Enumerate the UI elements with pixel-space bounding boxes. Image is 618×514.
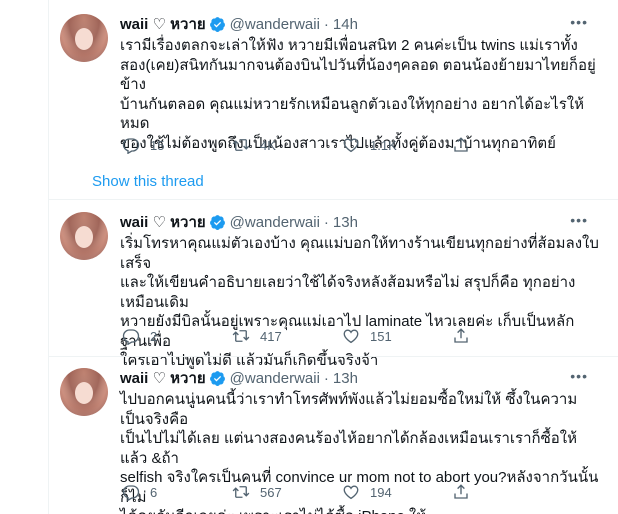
display-name[interactable]: waii ♡ หวาย xyxy=(120,210,206,234)
heart-icon xyxy=(343,485,359,500)
retweet-count: 567 xyxy=(260,484,282,500)
retweet-button[interactable]: 417 xyxy=(224,327,334,345)
retweet-button[interactable]: 567 xyxy=(224,483,334,501)
like-button[interactable]: 194 xyxy=(334,483,444,501)
retweet-icon xyxy=(232,486,250,498)
more-options-icon[interactable]: ••• xyxy=(570,212,588,228)
timestamp[interactable]: 13h xyxy=(333,214,358,231)
handle[interactable]: @wanderwaii xyxy=(230,16,320,33)
retweet-count: 417 xyxy=(260,328,282,344)
separator-dot: · xyxy=(323,213,329,231)
share-button[interactable] xyxy=(444,483,554,501)
tweet-divider xyxy=(48,356,618,357)
reply-icon xyxy=(122,138,140,154)
timestamp[interactable]: 13h xyxy=(333,370,358,387)
display-name[interactable]: waii ♡ หวาย xyxy=(120,12,206,36)
avatar[interactable] xyxy=(60,212,108,260)
share-icon xyxy=(454,484,468,499)
separator-dot: · xyxy=(323,369,329,387)
more-options-icon[interactable]: ••• xyxy=(570,14,588,30)
reply-icon xyxy=(122,329,140,345)
separator-dot: · xyxy=(323,15,329,33)
timestamp[interactable]: 14h xyxy=(333,16,358,33)
verified-badge-icon xyxy=(209,370,225,386)
share-icon xyxy=(454,137,468,152)
like-count: 151 xyxy=(370,328,392,344)
verified-badge-icon xyxy=(209,16,225,32)
share-button[interactable] xyxy=(444,327,554,345)
handle[interactable]: @wanderwaii xyxy=(230,214,320,231)
reply-button[interactable]: 2 xyxy=(114,327,224,345)
share-button[interactable] xyxy=(444,136,554,154)
heart-icon xyxy=(343,329,359,344)
tweet-actions: 15 4K 1.1K xyxy=(114,136,554,154)
retweet-icon xyxy=(232,330,250,342)
tweet-actions: 2 417 151 xyxy=(114,327,554,345)
tweet-text: เริ่มโทรหาคุณแม่ตัวเองบ้าง คุณแม่บอกให้ท… xyxy=(120,235,599,369)
tweet-header: waii ♡ หวาย @wanderwaii · 13h xyxy=(120,212,358,232)
tweet-actions: 6 567 194 xyxy=(114,483,554,501)
avatar[interactable] xyxy=(60,368,108,416)
like-count: 1.1K xyxy=(370,137,397,153)
reply-button[interactable]: 15 xyxy=(114,136,224,154)
reply-count: 2 xyxy=(150,328,158,344)
tweet-header: waii ♡ หวาย @wanderwaii · 13h xyxy=(120,368,358,388)
retweet-button[interactable]: 4K xyxy=(224,136,334,154)
display-name[interactable]: waii ♡ หวาย xyxy=(120,366,206,390)
tweet-header: waii ♡ หวาย @wanderwaii · 14h xyxy=(120,14,358,34)
like-button[interactable]: 151 xyxy=(334,327,444,345)
avatar[interactable] xyxy=(60,14,108,62)
like-count: 194 xyxy=(370,484,392,500)
tweet-divider xyxy=(48,199,618,200)
retweet-count: 4K xyxy=(260,137,276,153)
handle[interactable]: @wanderwaii xyxy=(230,370,320,387)
more-options-icon[interactable]: ••• xyxy=(570,368,588,384)
reply-count: 6 xyxy=(150,484,158,500)
reply-count: 15 xyxy=(150,137,165,153)
reply-button[interactable]: 6 xyxy=(114,483,224,501)
reply-icon xyxy=(122,485,140,501)
verified-badge-icon xyxy=(209,214,225,230)
show-thread-link[interactable]: Show this thread xyxy=(92,173,204,190)
retweet-icon xyxy=(232,139,250,151)
like-button[interactable]: 1.1K xyxy=(334,136,444,154)
share-icon xyxy=(454,328,468,343)
heart-icon xyxy=(343,138,359,153)
